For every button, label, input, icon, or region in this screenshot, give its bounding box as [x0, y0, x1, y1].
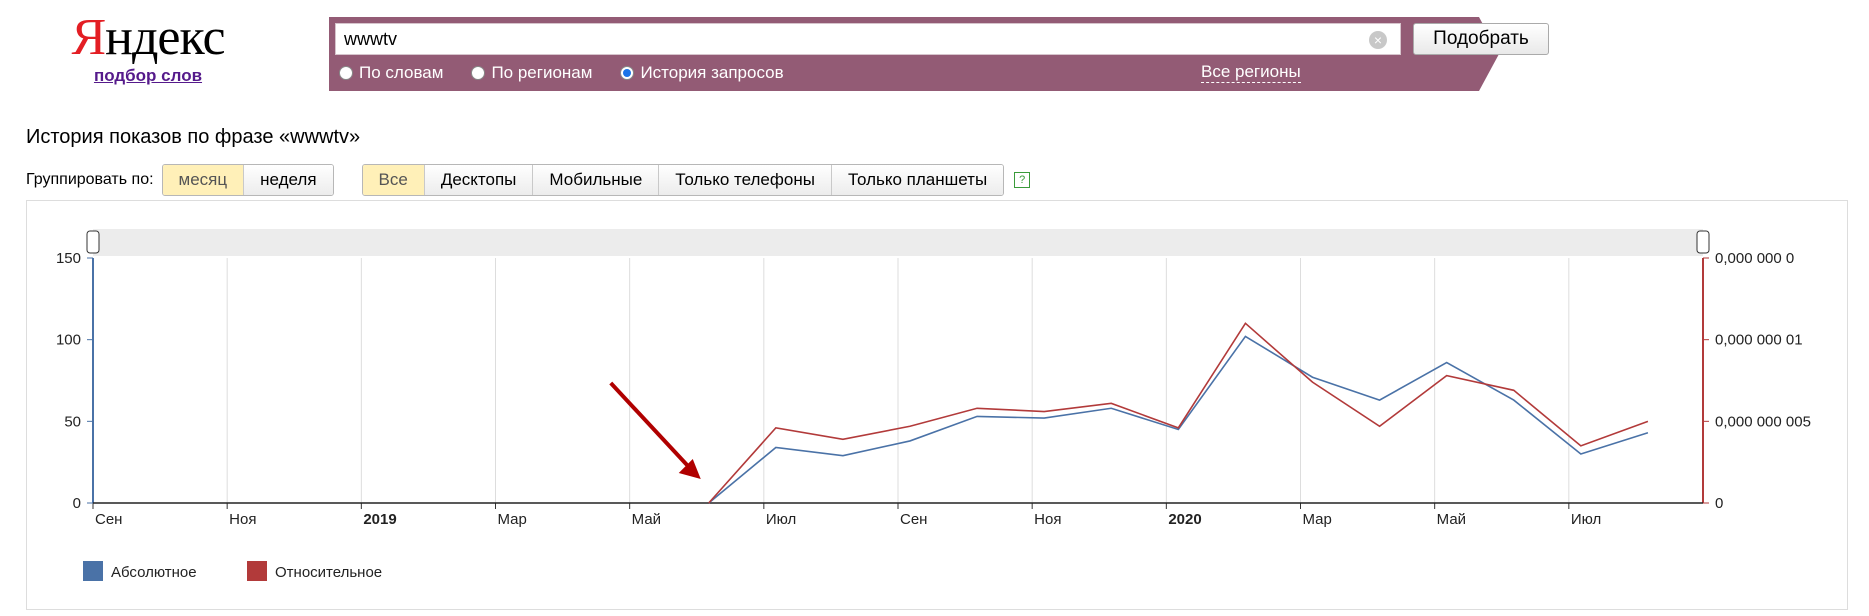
device-all-button[interactable]: Все	[362, 165, 425, 195]
device-desktop-button[interactable]: Десктопы	[424, 165, 534, 195]
y-tick-label-right: 0	[1715, 495, 1723, 512]
help-icon[interactable]: ?	[1014, 172, 1031, 188]
x-tick-label: Ноя	[229, 511, 256, 528]
y-tick-label-right: 0,000 000 005	[1715, 413, 1811, 430]
device-switch: Все Десктопы Мобильные Только телефоны Т…	[361, 164, 1005, 196]
x-tick-label: Июл	[1571, 511, 1601, 528]
x-tick-label: Мар	[498, 511, 527, 528]
wordstat-link[interactable]: подбор слов	[68, 66, 228, 86]
grouping-row: Группировать по: месяц неделя Все Дескто…	[26, 164, 1031, 196]
radio-dot-selected	[620, 66, 635, 80]
series-line-absolute	[708, 335, 1649, 504]
series-line-relative	[708, 322, 1649, 504]
range-navigator	[93, 229, 1703, 256]
radio-dot	[339, 66, 353, 80]
x-tick-label: Мар	[1303, 511, 1332, 528]
group-month-button[interactable]: месяц	[162, 165, 245, 195]
legend-swatch	[247, 561, 267, 581]
group-week-button[interactable]: неделя	[244, 165, 333, 195]
y-tick-label-right: 0,000 000 0	[1715, 250, 1794, 267]
x-tick-label: Сен	[900, 511, 927, 528]
x-tick-label: 2019	[363, 511, 396, 528]
x-tick-label: Ноя	[1034, 511, 1061, 528]
yandex-logo[interactable]: Яндекс подбор слов	[68, 10, 228, 86]
annotation-arrow-shaft	[609, 381, 693, 471]
pick-button[interactable]: Подобрать	[1413, 23, 1549, 55]
legend-swatch	[83, 561, 103, 581]
y-tick-label-left: 150	[56, 250, 81, 267]
device-tablets-button[interactable]: Только планшеты	[831, 165, 1004, 195]
radio-history[interactable]: История запросов	[620, 63, 784, 83]
range-handle-left	[86, 230, 100, 254]
radio-by-words[interactable]: По словам	[339, 63, 443, 83]
radio-dot	[471, 66, 486, 80]
device-mobile-button[interactable]: Мобильные	[533, 165, 660, 195]
y-tick-label-left: 100	[56, 332, 81, 349]
device-phones-button[interactable]: Только телефоны	[659, 165, 832, 195]
y-tick-label-left: 0	[73, 495, 81, 512]
x-tick-label: 2020	[1168, 511, 1201, 528]
search-input[interactable]: wwwtv	[335, 23, 1401, 55]
chart-container: Сен Ноя 2019 Мар Май Июл Сен Ноя 2020 Мар Май Июл 0 5…	[26, 200, 1848, 610]
radio-by-regions[interactable]: По регионам	[471, 63, 592, 83]
y-tick-label-right: 0,000 000 01	[1715, 332, 1803, 349]
mode-radios: По словам По регионам История запросов	[339, 63, 812, 83]
range-handle-right	[1696, 230, 1710, 254]
all-regions-link[interactable]: Все регионы	[1201, 62, 1301, 83]
grouping-label: Группировать по:	[26, 171, 154, 188]
history-chart: Сен Ноя 2019 Мар Май Июл Сен Ноя 2020 Мар Май Июл 0 5…	[56, 229, 1811, 581]
x-tick-label: Июл	[766, 511, 796, 528]
logo-wordmark: Яндекс	[71, 9, 225, 66]
x-tick-label: Сен	[95, 511, 122, 528]
clear-icon[interactable]: ×	[1369, 31, 1387, 49]
y-tick-label-left: 50	[64, 413, 81, 430]
x-tick-label: Май	[1437, 511, 1466, 528]
x-tick-label: Май	[632, 511, 661, 528]
page-title: История показов по фразе «wwwtv»	[26, 126, 361, 148]
legend-label: Относительное	[275, 564, 382, 581]
grouping-switch: месяц неделя	[161, 164, 334, 196]
legend-label: Абсолютное	[111, 564, 197, 581]
